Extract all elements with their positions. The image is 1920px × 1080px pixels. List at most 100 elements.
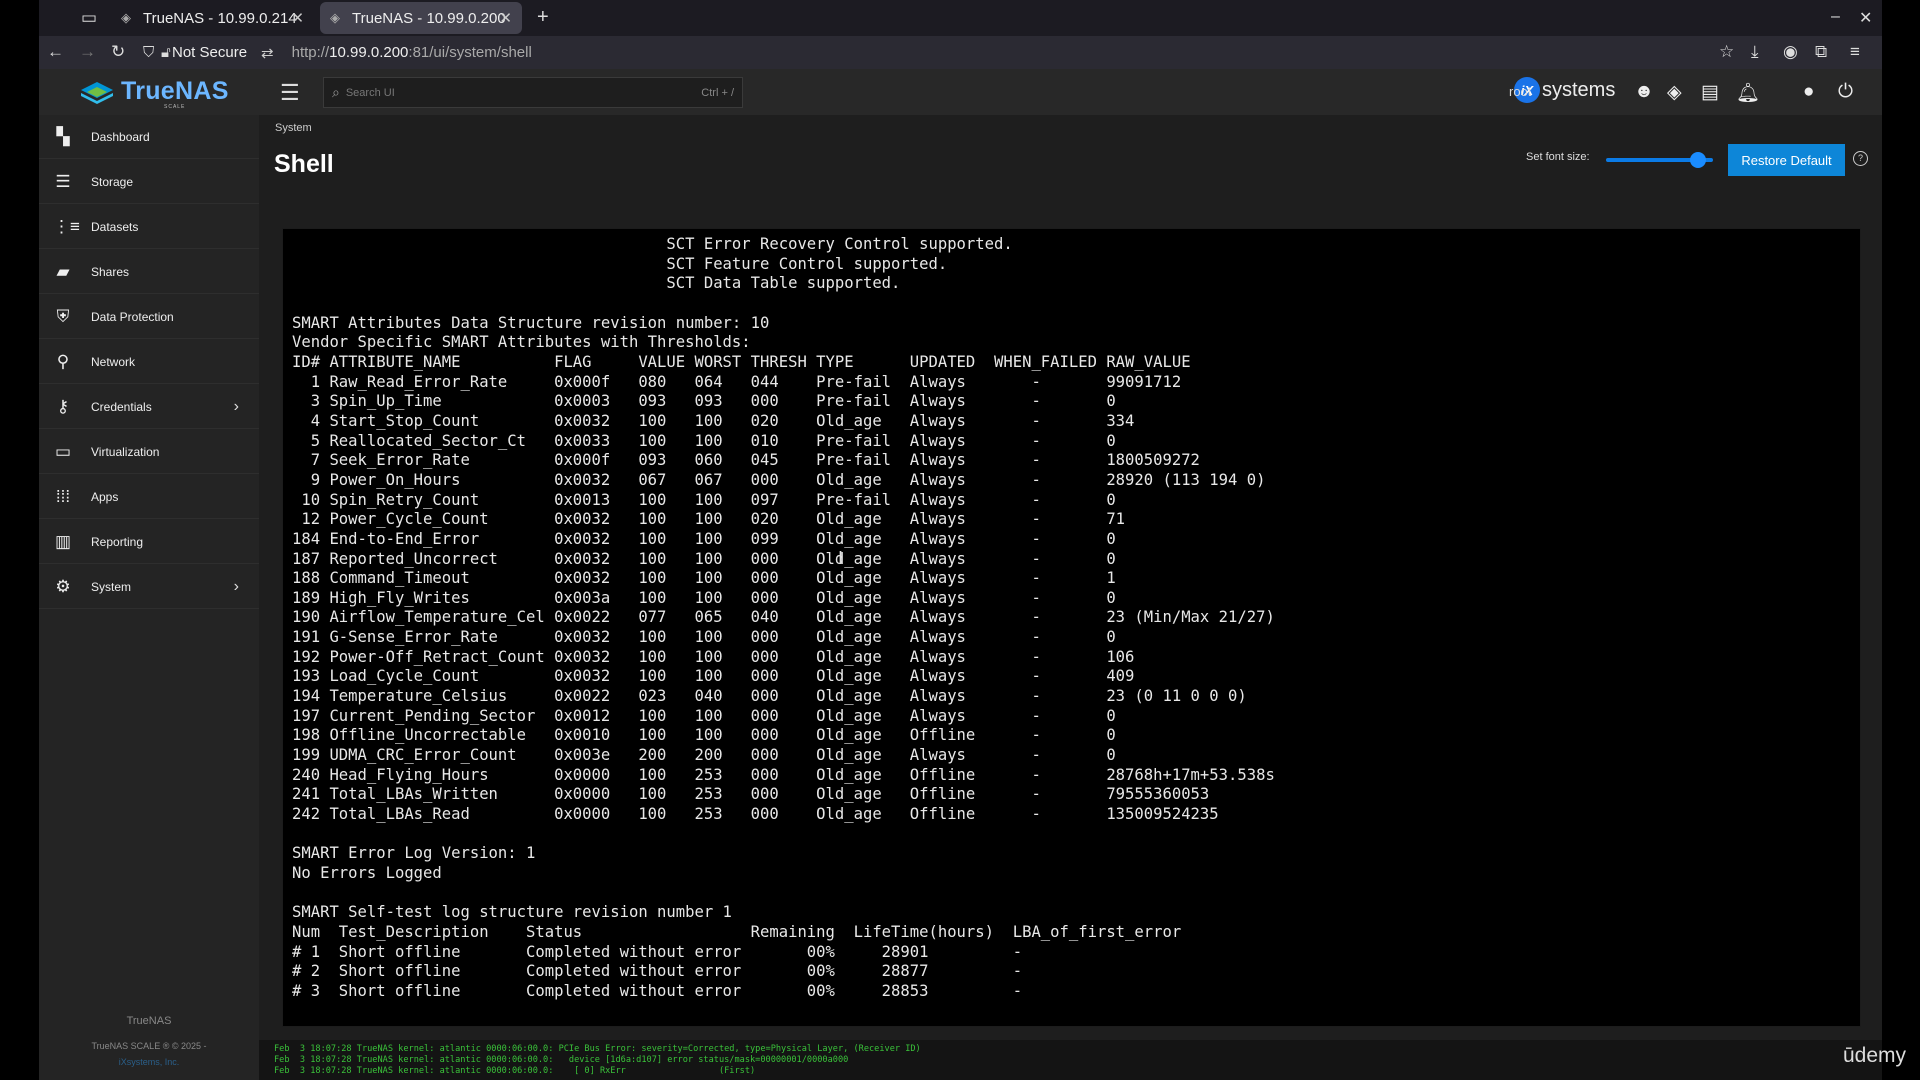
sidebar-item-system[interactable]: ⚙ System › [39, 565, 259, 609]
shield-icon: ⛨ [56, 306, 70, 326]
shares-icon: ▰ [56, 261, 70, 281]
truenas-logo-icon [81, 81, 113, 104]
jobs-clipboard-icon[interactable]: ▤ [1701, 81, 1719, 104]
sidebar-item-label: Dashboard [91, 129, 150, 144]
sidebar-item-credentials[interactable]: ⚷ Credentials › [39, 385, 259, 429]
tab-title: TrueNAS - 10.99.0.214 [143, 9, 297, 27]
notifications-bell-icon[interactable]: 🔔︎ [1736, 81, 1760, 105]
shell-terminal[interactable]: SCT Error Recovery Control supported. SC… [282, 228, 1861, 1027]
app-header: TrueNAS SCALE ☰ ⌕ Search UI Ctrl + / iX … [39, 69, 1882, 115]
sidebar-item-label: Datasets [91, 219, 139, 234]
feedback-smiley-icon[interactable]: ☻ [1634, 81, 1654, 103]
brand-name: TrueNAS [121, 77, 229, 105]
truenas-logo[interactable]: TrueNAS SCALE [79, 77, 229, 110]
chart-icon: ▥ [54, 531, 72, 551]
console-log-text: Feb 3 18:07:28 TrueNAS kernel: atlantic … [274, 1044, 921, 1076]
sidebar-item-label: Storage [91, 174, 134, 189]
bookmark-star-icon[interactable]: ☆ [1719, 42, 1734, 62]
sidebar-footer-copyright: TrueNAS SCALE ® © 2025 - [91, 1041, 207, 1051]
sidebar-footer-name: TrueNAS [126, 1015, 172, 1027]
sidebar-footer-company[interactable]: iXsystems, Inc. [39, 1057, 259, 1067]
browser-window: ▭ ◈ TrueNAS - 10.99.0.214 ✕ ◈ TrueNAS - … [39, 0, 1882, 1080]
close-tab-icon[interactable]: ✕ [291, 9, 304, 27]
hamburger-menu-icon[interactable]: ☰ [280, 80, 300, 106]
tab-bar: ▭ ◈ TrueNAS - 10.99.0.214 ✕ ◈ TrueNAS - … [39, 0, 1882, 36]
network-icon: ⚲ [56, 351, 70, 371]
storage-icon: ☰ [55, 171, 71, 191]
sidebar-item-network[interactable]: ⚲ Network [39, 340, 259, 384]
lock-insecure-icon[interactable]: 🔓︎ [161, 44, 171, 61]
text-cursor-icon: I [838, 548, 844, 568]
sidebar-item-datasets[interactable]: ⋮≡ Datasets [39, 205, 259, 249]
url-host: 10.99.0.200 [329, 44, 409, 61]
extensions-icon[interactable]: ⧉ [1815, 42, 1827, 62]
back-icon[interactable]: ← [47, 42, 64, 62]
sidebar-item-label: Data Protection [91, 309, 174, 324]
sidebar-item-reporting[interactable]: ▥ Reporting [39, 520, 259, 564]
url-text[interactable]: http://10.99.0.200:81/ui/system/shell [292, 44, 532, 61]
udemy-watermark: ūdemy [1843, 1044, 1907, 1067]
search-shortcut-hint: Ctrl + / [701, 86, 734, 99]
datasets-icon: ⋮≡ [53, 216, 80, 236]
close-tab-icon[interactable]: ✕ [499, 9, 512, 27]
navigation-bar: ← → ↻ ⛉ 🔓︎ Not Secure ⇄ http://10.99.0.2… [39, 36, 1882, 69]
url-path: :81/ui/system/shell [408, 44, 532, 61]
tab-title: TrueNAS - 10.99.0.200 [352, 9, 506, 27]
gear-icon: ⚙ [55, 576, 71, 596]
reload-icon[interactable]: ↻ [111, 42, 125, 62]
minimize-icon[interactable]: – [1831, 8, 1840, 26]
sidebar-item-label: Reporting [91, 534, 144, 549]
username[interactable]: root [1509, 84, 1531, 99]
tab-truenas-200[interactable]: ◈ TrueNAS - 10.99.0.200 ✕ [320, 2, 522, 34]
vendor-name: systems [1542, 78, 1616, 101]
tab-overview-icon[interactable]: ▭ [81, 8, 97, 28]
sidebar-item-label: Credentials [91, 399, 152, 414]
menu-icon[interactable]: ≡ [1850, 42, 1860, 62]
console-log-panel: Feb 3 18:07:28 TrueNAS kernel: atlantic … [259, 1040, 1882, 1080]
sidebar-item-label: System [91, 579, 132, 594]
close-window-icon[interactable]: ✕ [1859, 8, 1872, 28]
sidebar-item-label: Network [91, 354, 136, 369]
sidebar-item-label: Shares [91, 264, 130, 279]
url-prefix: http:// [291, 44, 330, 61]
font-size-slider[interactable] [1606, 151, 1713, 169]
new-tab-icon[interactable]: + [537, 6, 549, 29]
search-icon: ⌕ [332, 84, 340, 100]
sidebar-item-apps[interactable]: ⁞⁞⁞ Apps [39, 475, 259, 519]
user-account-icon[interactable]: ● [1803, 81, 1814, 103]
page-title: Shell [274, 150, 334, 178]
download-icon[interactable]: ⤓ [1751, 42, 1759, 62]
sidebar-item-shares[interactable]: ▰ Shares [39, 250, 259, 294]
sidebar-item-label: Apps [91, 489, 119, 504]
sidebar-item-dashboard[interactable]: ▚ Dashboard [39, 115, 259, 159]
restore-default-button[interactable]: Restore Default [1728, 144, 1845, 176]
sidebar-item-label: Virtualization [91, 444, 160, 459]
account-icon[interactable]: ◉ [1783, 42, 1798, 62]
slider-thumb[interactable] [1689, 152, 1706, 168]
help-icon[interactable]: ? [1853, 151, 1868, 166]
truenas-favicon-icon: ◈ [330, 10, 340, 25]
sidebar-item-storage[interactable]: ☰ Storage [39, 160, 259, 204]
truenas-favicon-icon: ◈ [121, 10, 131, 25]
power-icon[interactable]: ⏻ [1838, 81, 1853, 103]
breadcrumb[interactable]: System [275, 122, 312, 134]
address-bar[interactable]: ⛉ 🔓︎ Not Secure ⇄ http://10.99.0.200:81/… [139, 39, 1784, 66]
search-ui-input[interactable]: ⌕ Search UI Ctrl + / [323, 77, 743, 108]
not-secure-label[interactable]: Not Secure [172, 44, 247, 61]
terminal-output: SCT Error Recovery Control supported. SC… [292, 235, 1275, 1000]
tab-truenas-214[interactable]: ◈ TrueNAS - 10.99.0.214 ✕ [111, 2, 314, 34]
sidebar-item-data-protection[interactable]: ⛨ Data Protection [39, 295, 259, 339]
key-icon: ⚷ [56, 396, 70, 416]
forward-icon[interactable]: → [79, 42, 96, 62]
sidebar: ▚ Dashboard ☰ Storage ⋮≡ Datasets ▰ Shar… [39, 115, 259, 1080]
sidebar-item-virtualization[interactable]: ▭ Virtualization [39, 430, 259, 474]
truecommand-icon[interactable]: ◈ [1667, 81, 1682, 104]
search-placeholder: Search UI [345, 86, 395, 99]
shield-icon[interactable]: ⛉ [143, 44, 154, 61]
permissions-icon[interactable]: ⇄ [261, 44, 274, 62]
dashboard-icon: ▚ [56, 126, 70, 146]
chevron-right-icon: › [233, 577, 239, 595]
apps-grid-icon: ⁞⁞⁞ [55, 486, 71, 506]
chevron-right-icon: › [233, 397, 239, 415]
laptop-icon: ▭ [54, 441, 72, 461]
